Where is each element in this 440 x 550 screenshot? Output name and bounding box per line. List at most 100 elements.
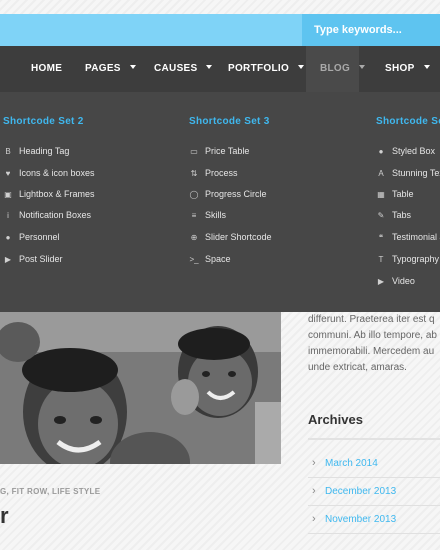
sidebar-text-line: differunt. Praeterea iter est q	[308, 314, 435, 325]
menu-item-label: Space	[205, 254, 231, 264]
divider	[308, 438, 440, 440]
play-icon: ▶	[4, 255, 12, 264]
image-icon: ▣	[4, 190, 12, 199]
play-circle-icon: ▶	[377, 277, 385, 286]
menu-item[interactable]: i Notification Boxes	[3, 210, 91, 220]
menu-item[interactable]: ● Styled Box	[376, 146, 435, 156]
nav-item-label: SHOP	[385, 63, 415, 74]
sidebar-text-line: communi. Ab illo tempore, ab	[308, 330, 437, 341]
menu-item-label: Notification Boxes	[19, 210, 92, 220]
heart-icon: ♥	[5, 169, 11, 178]
menu-item[interactable]: B Heading Tag	[3, 146, 69, 156]
caret-down-icon	[298, 65, 305, 70]
nav-item-shop[interactable]: SHOP	[385, 46, 430, 92]
caret-down-icon	[206, 65, 213, 70]
menu-item[interactable]: ◯ Progress Circle	[189, 189, 267, 199]
chevron-right-icon: ›	[312, 457, 316, 469]
menu-item-label: Process	[205, 168, 238, 178]
sort-icon: ⇅	[190, 169, 198, 178]
menu-item-label: Personnel	[19, 232, 60, 242]
menu-item[interactable]: ♥ Icons & icon boxes	[3, 168, 95, 178]
sidebar-text-line: immemorabili. Mercedem au	[308, 346, 435, 357]
sidebar-text-line: unde extricat, amaras.	[308, 362, 407, 373]
drop-icon: ●	[378, 147, 384, 156]
menu-item[interactable]: ▦ Table	[376, 189, 414, 199]
nav-item-home[interactable]: HOME	[31, 46, 62, 92]
menu-item[interactable]: A Stunning Tex	[376, 168, 440, 178]
menu-item[interactable]: ⊕ Slider Shortcode	[189, 232, 272, 242]
caret-down-icon	[423, 65, 430, 70]
menu-item[interactable]: ⇅ Process	[189, 168, 238, 178]
menu-item-label: Video	[392, 276, 415, 286]
archive-link[interactable]: March 2014	[325, 458, 378, 469]
top-bar: Type keywords...	[0, 14, 440, 46]
menu-item[interactable]: ▶ Post Slider	[3, 254, 63, 264]
info-icon: i	[7, 211, 9, 220]
column-title: Shortcode Set 2	[3, 116, 84, 127]
archive-item[interactable]: › December 2013	[308, 478, 440, 506]
menu-item-label: Slider Shortcode	[205, 232, 272, 242]
main-nav: HOME PAGES CAUSES PORTFOLIO BLOG SHOP	[0, 46, 440, 92]
text-height-icon: T	[378, 255, 384, 264]
menu-item[interactable]: ✎ Tabs	[376, 210, 411, 220]
menu-item-label: Tabs	[392, 210, 412, 220]
children-photo-image	[0, 312, 281, 464]
menu-item-label: Testimonial &	[392, 232, 440, 242]
menu-item-label: Table	[392, 189, 414, 199]
nav-item-pages[interactable]: PAGES	[85, 46, 136, 92]
bold-icon: B	[5, 147, 11, 156]
menu-item-label: Skills	[205, 210, 227, 220]
money-icon: ▭	[190, 147, 198, 156]
menu-item[interactable]: ▶ Video	[376, 276, 415, 286]
menu-item-label: Price Table	[205, 146, 250, 156]
menu-item-label: Post Slider	[19, 254, 63, 264]
menu-item[interactable]: ≡ Skills	[189, 210, 226, 220]
nav-item-label: CAUSES	[154, 63, 198, 74]
menu-item-label: Styled Box	[392, 146, 436, 156]
archive-item[interactable]: › March 2014	[308, 450, 440, 478]
menu-item[interactable]: ● Personnel	[3, 232, 60, 242]
quote-icon: ❝	[378, 233, 384, 242]
nav-item-portfolio[interactable]: PORTFOLIO	[228, 46, 305, 92]
terminal-icon: >_	[189, 255, 199, 264]
font-icon: A	[378, 169, 384, 178]
menu-item-label: Heading Tag	[19, 146, 70, 156]
menu-item-label: Icons & icon boxes	[19, 168, 95, 178]
post-title[interactable]: r	[0, 503, 9, 529]
column-title: Shortcode Set 3	[189, 116, 270, 127]
menu-item-label: Stunning Tex	[392, 168, 440, 178]
mega-menu-dropdown: Shortcode Set 2 B Heading Tag ♥ Icons & ic…	[0, 92, 440, 312]
search-input[interactable]: Type keywords...	[302, 14, 440, 46]
caret-down-icon	[359, 65, 366, 70]
chevron-right-icon: ›	[312, 485, 316, 497]
nav-item-label: HOME	[31, 63, 63, 74]
edit-icon: ✎	[377, 211, 385, 220]
user-icon: ●	[5, 233, 11, 242]
circle-icon: ◯	[189, 190, 199, 199]
nav-item-label: BLOG	[320, 63, 351, 74]
nav-item-blog[interactable]: BLOG	[306, 46, 366, 92]
nav-item-label: PAGES	[85, 63, 121, 74]
menu-item[interactable]: ❝ Testimonial &	[376, 232, 440, 242]
menu-item[interactable]: ▣ Lightbox & Frames	[3, 189, 95, 199]
post-tags[interactable]: G, FIT ROW, LIFE STYLE	[0, 487, 100, 496]
archive-item[interactable]: › November 2013	[308, 506, 440, 534]
column-title: Shortcode Se	[376, 116, 440, 127]
featured-photo[interactable]	[0, 312, 281, 464]
nav-item-label: PORTFOLIO	[228, 63, 290, 74]
chevron-right-icon: ›	[312, 513, 316, 525]
menu-item[interactable]: >_ Space	[189, 254, 231, 264]
menu-item[interactable]: T Typography	[376, 254, 439, 264]
menu-item-label: Lightbox & Frames	[19, 189, 95, 199]
nav-item-causes[interactable]: CAUSES	[154, 46, 213, 92]
menu-item[interactable]: ▭ Price Table	[189, 146, 249, 156]
archive-link[interactable]: November 2013	[325, 514, 396, 525]
caret-down-icon	[129, 65, 136, 70]
list-icon: ≡	[191, 211, 197, 220]
plus-circle-icon: ⊕	[190, 233, 198, 242]
archives-heading: Archives	[308, 412, 363, 427]
archive-link[interactable]: December 2013	[325, 486, 396, 497]
menu-item-label: Typography	[392, 254, 440, 264]
table-icon: ▦	[377, 190, 385, 199]
menu-item-label: Progress Circle	[205, 189, 267, 199]
